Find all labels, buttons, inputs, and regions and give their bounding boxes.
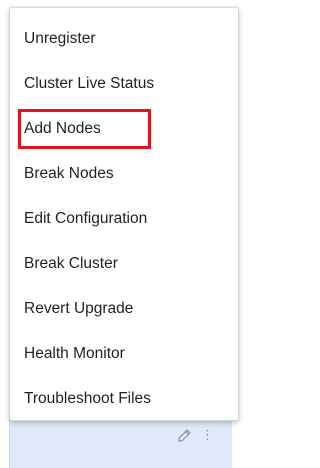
menu-item-cluster-live-status[interactable]: Cluster Live Status [24, 70, 154, 98]
menu-item-add-nodes[interactable]: Add Nodes [24, 115, 101, 143]
cluster-card[interactable]: ⋮ [9, 414, 232, 468]
menu-item-revert-upgrade[interactable]: Revert Upgrade [24, 295, 133, 323]
menu-item-break-cluster[interactable]: Break Cluster [24, 250, 118, 278]
card-actions: ⋮ [177, 428, 214, 443]
pencil-icon-graphic [178, 429, 191, 442]
menu-item-health-monitor[interactable]: Health Monitor [24, 340, 125, 368]
page: ⋮ Unregister Cluster Live Status Add Nod… [0, 0, 240, 468]
menu-item-break-nodes[interactable]: Break Nodes [24, 160, 114, 188]
menu-item-unregister[interactable]: Unregister [24, 25, 96, 53]
menu-item-edit-configuration[interactable]: Edit Configuration [24, 205, 147, 233]
pencil-icon[interactable] [177, 428, 192, 443]
kebab-icon[interactable]: ⋮ [201, 429, 214, 442]
context-menu: Unregister Cluster Live Status Add Nodes… [9, 7, 239, 421]
menu-item-troubleshoot-files[interactable]: Troubleshoot Files [24, 385, 151, 413]
